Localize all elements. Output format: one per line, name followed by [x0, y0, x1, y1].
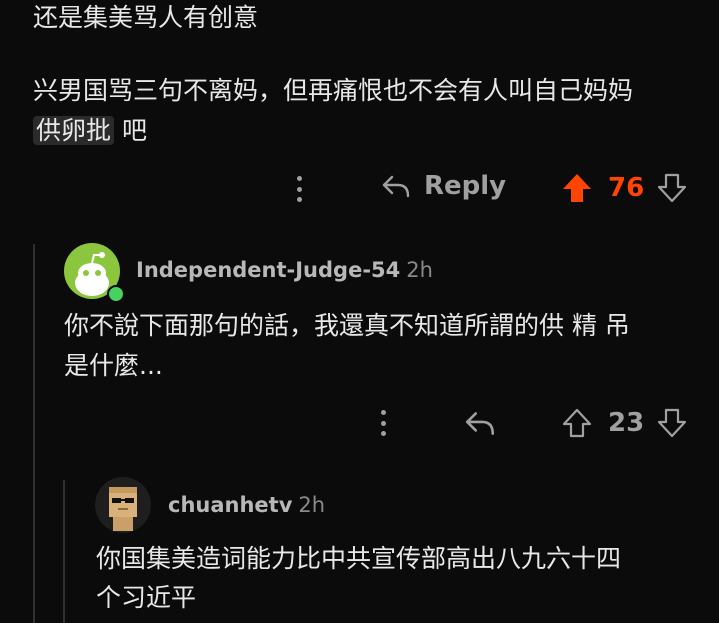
username[interactable]: Independent-Judge-54 2h: [136, 258, 433, 282]
reply-button[interactable]: Reply: [380, 171, 506, 201]
comment-text-line: 供卵批 吧: [33, 116, 147, 146]
username-text[interactable]: Independent-Judge-54: [136, 258, 400, 282]
more-options-icon[interactable]: [296, 176, 302, 202]
thread-line[interactable]: [63, 480, 65, 623]
username[interactable]: chuanhetv 2h: [168, 493, 325, 517]
comment-text-line: 你不說下面那句的話，我還真不知道所謂的供 精 吊: [64, 311, 630, 340]
avatar[interactable]: [95, 477, 151, 533]
comment-text-line: 兴男国骂三句不离妈，但再痛恨也不会有人叫自己妈妈: [33, 76, 634, 105]
comment-text-line: 是什麼...: [64, 351, 163, 380]
more-options-icon[interactable]: [380, 410, 386, 436]
reply-arrow-icon: [382, 175, 410, 198]
downvote-icon[interactable]: [656, 172, 688, 204]
spoiler-text[interactable]: 供卵批: [33, 116, 115, 145]
reply-arrow-icon[interactable]: [463, 407, 497, 439]
reply-label: Reply: [424, 171, 507, 201]
timestamp: 2h: [406, 258, 433, 282]
upvote-icon[interactable]: [561, 172, 593, 204]
comment-text-rest: 吧: [114, 116, 147, 145]
box-character-icon: [109, 487, 137, 531]
comment-text-line: 个习近平: [96, 583, 197, 612]
thread-line[interactable]: [33, 244, 35, 623]
comment-text-line: 还是集美骂人有创意: [33, 3, 259, 32]
upvote-icon[interactable]: [561, 407, 593, 439]
online-indicator: [107, 285, 125, 303]
downvote-icon[interactable]: [656, 407, 688, 439]
username-text[interactable]: chuanhetv: [168, 493, 292, 517]
comment-text-line: 你国集美造词能力比中共宣传部高出八九六十四: [96, 544, 622, 573]
timestamp: 2h: [298, 493, 326, 517]
vote-count: 23: [608, 408, 645, 438]
vote-count: 76: [608, 173, 645, 203]
